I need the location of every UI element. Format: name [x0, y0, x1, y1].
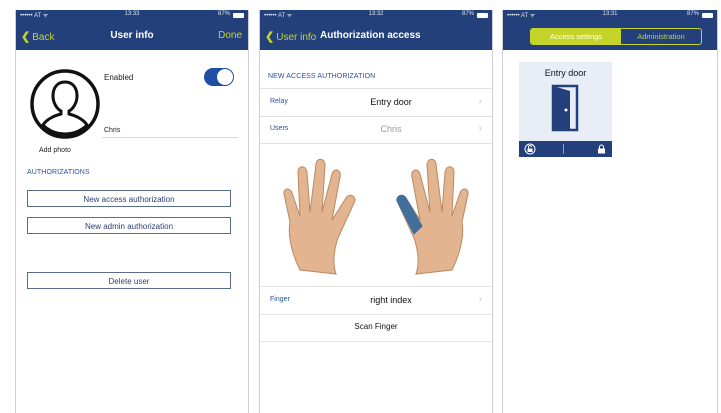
unlock-button-icon[interactable] — [524, 143, 536, 155]
status-bar: •••••• AT ᯤ 13:33 87% — [16, 11, 248, 21]
access-settings-screen: •••••• AT ᯤ 13:31 87% Access settings Ad… — [502, 10, 718, 413]
status-bar: •••••• AT ᯤ 13:31 87% — [503, 11, 717, 21]
battery-icon — [702, 13, 713, 18]
users-label: Users — [270, 125, 289, 132]
nav-bar: •••••• AT ᯤ 13:32 87% ❮ User info Authori… — [260, 10, 492, 50]
delete-user-button[interactable]: Delete user — [27, 272, 231, 289]
status-time: 13:33 — [124, 11, 140, 17]
user-name: Chris — [104, 127, 121, 134]
scan-finger-row[interactable]: Scan Finger — [260, 314, 492, 342]
toggle-knob — [217, 69, 233, 85]
new-access-section-title: NEW ACCESS AUTHORIZATION — [268, 73, 376, 80]
tab-access-settings[interactable]: Access settings — [531, 29, 621, 44]
tile-action-bar — [519, 141, 612, 157]
name-underline — [102, 137, 238, 138]
new-access-authorization-button[interactable]: New access authorization — [27, 190, 231, 207]
nav-bar: •••••• AT ᯤ 13:31 87% Access settings Ad… — [503, 10, 717, 50]
add-photo-link[interactable]: Add photo — [39, 147, 71, 154]
enabled-toggle[interactable] — [204, 68, 234, 86]
chevron-right-icon: › — [478, 294, 482, 305]
page-title: User info — [110, 30, 154, 41]
person-avatar-icon[interactable] — [29, 68, 101, 140]
page-title: Authorization access — [320, 30, 421, 41]
right-hand-icon — [396, 158, 469, 275]
tab-administration[interactable]: Administration — [621, 29, 701, 44]
finger-label: Finger — [270, 296, 290, 303]
hands-fingerprint-selector[interactable] — [270, 150, 482, 278]
battery-percent: 87% — [217, 11, 230, 17]
relay-tile-entry-door[interactable]: Entry door — [519, 62, 612, 157]
left-hand-icon — [283, 158, 356, 275]
chevron-left-icon: ❮ — [265, 31, 275, 43]
chevron-right-icon: › — [478, 96, 482, 107]
battery-icon — [233, 13, 244, 18]
relay-row[interactable]: Relay Entry door › — [260, 88, 492, 117]
battery-percent: 87% — [461, 11, 474, 17]
tile-divider — [563, 144, 564, 154]
status-bar: •••••• AT ᯤ 13:32 87% — [260, 11, 492, 21]
open-door-icon — [551, 84, 579, 132]
enabled-label: Enabled — [104, 73, 134, 82]
authorization-access-screen: •••••• AT ᯤ 13:32 87% ❮ User info Authori… — [259, 10, 493, 413]
chevron-right-icon: › — [478, 123, 482, 134]
tile-title: Entry door — [544, 68, 587, 78]
finger-row[interactable]: Finger right index › — [260, 286, 492, 315]
battery-percent: 87% — [686, 11, 699, 17]
nav-bar: •••••• AT ᯤ 13:33 87% ❮ Back User info Do… — [16, 10, 248, 50]
new-admin-authorization-button[interactable]: New admin authorization — [27, 217, 231, 234]
finger-value: right index — [370, 295, 412, 305]
users-row[interactable]: Users Chris › — [260, 116, 492, 144]
status-time: 13:32 — [368, 11, 384, 17]
back-label: User info — [276, 32, 317, 43]
segmented-control: Access settings Administration — [530, 28, 702, 45]
user-info-screen: •••••• AT ᯤ 13:33 87% ❮ Back User info Do… — [15, 10, 249, 413]
authorizations-section-title: AUTHORIZATIONS — [27, 169, 90, 176]
users-value: Chris — [380, 124, 402, 134]
lock-icon[interactable] — [597, 144, 606, 154]
battery-icon — [477, 13, 488, 18]
back-button[interactable]: ❮ User info — [265, 30, 316, 43]
scan-finger-button[interactable]: Scan Finger — [260, 322, 492, 331]
relay-label: Relay — [270, 98, 288, 105]
done-button[interactable]: Done — [218, 30, 242, 41]
status-time: 13:31 — [602, 11, 618, 17]
relay-value: Entry door — [370, 97, 412, 107]
